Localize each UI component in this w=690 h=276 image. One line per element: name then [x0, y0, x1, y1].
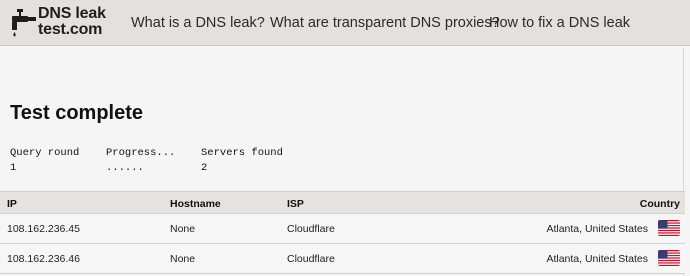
cell-country: Atlanta, United States — [546, 223, 648, 235]
query-round-block: Query round 1 — [10, 146, 79, 176]
page-title: Test complete — [10, 102, 143, 124]
results-table: IP Hostname ISP Country 108.162.236.45 N… — [0, 191, 685, 274]
cell-isp: Cloudflare — [287, 253, 335, 265]
logo-line-2: test.com — [38, 21, 103, 38]
us-flag-icon — [658, 250, 680, 266]
table-header: IP Hostname ISP Country — [0, 191, 685, 214]
site-logo[interactable]: DNS leak test.com — [8, 6, 120, 40]
cell-hostname: None — [170, 223, 196, 235]
logo-line-1: DNS leak — [38, 5, 106, 22]
top-navbar: DNS leak test.com What is a DNS leak? Wh… — [0, 0, 690, 46]
query-round-label: Query round — [10, 147, 80, 159]
faucet-icon — [12, 9, 36, 37]
cell-hostname: None — [170, 253, 196, 265]
servers-found-value: 2 — [201, 162, 208, 174]
header-ip: IP — [7, 198, 17, 210]
nav-how-to-fix[interactable]: How to fix a DNS leak — [489, 15, 630, 31]
servers-found-block: Servers found 2 — [201, 146, 283, 176]
us-flag-icon — [658, 220, 680, 236]
progress-value: ...... — [106, 162, 144, 174]
progress-block: Progress... ...... — [106, 146, 175, 176]
table-row: 108.162.236.46 None Cloudflare Atlanta, … — [0, 244, 685, 274]
nav-transparent-dns-proxies[interactable]: What are transparent DNS proxies? — [270, 15, 500, 31]
servers-found-label: Servers found — [201, 147, 283, 159]
header-country: Country — [639, 198, 680, 210]
query-round-value: 1 — [10, 162, 17, 174]
cell-country: Atlanta, United States — [546, 253, 648, 265]
cell-isp: Cloudflare — [287, 223, 335, 235]
cell-ip: 108.162.236.45 — [7, 223, 80, 235]
header-hostname: Hostname — [170, 198, 221, 210]
nav-what-is-dns-leak[interactable]: What is a DNS leak? — [131, 15, 265, 31]
logo-text: DNS leak test.com — [38, 6, 106, 38]
progress-label: Progress... — [106, 147, 176, 159]
header-isp: ISP — [287, 198, 304, 210]
cell-ip: 108.162.236.46 — [7, 253, 80, 265]
table-row: 108.162.236.45 None Cloudflare Atlanta, … — [0, 214, 685, 244]
